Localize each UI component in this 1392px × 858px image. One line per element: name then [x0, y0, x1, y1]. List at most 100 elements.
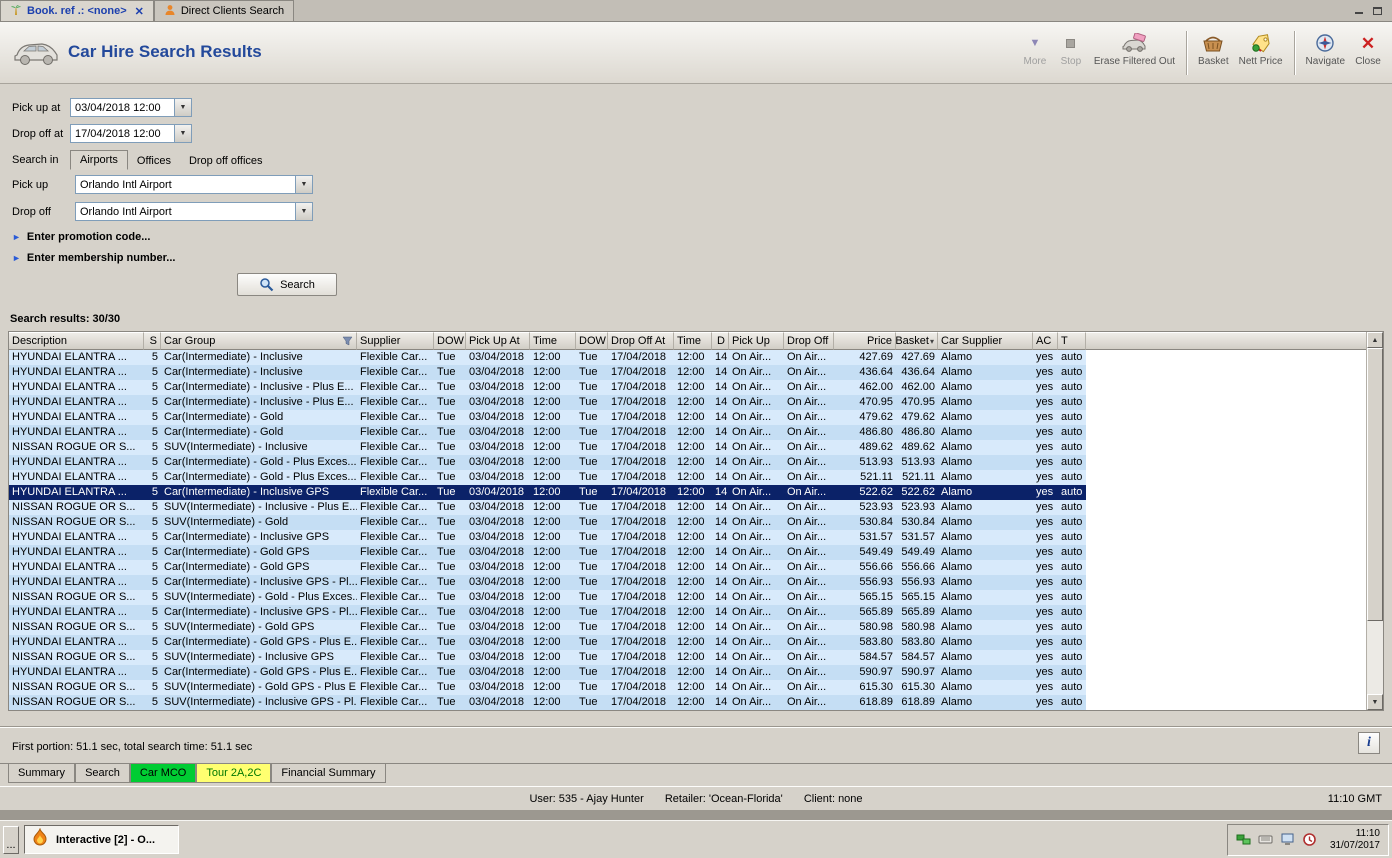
table-row[interactable]: NISSAN ROGUE OR S...5SUV(Intermediate) -…	[9, 680, 1086, 695]
table-row[interactable]: NISSAN ROGUE OR S...5SUV(Intermediate) -…	[9, 620, 1086, 635]
table-row[interactable]: NISSAN ROGUE OR S...5SUV(Intermediate) -…	[9, 650, 1086, 665]
tab-offices[interactable]: Offices	[128, 152, 180, 170]
membership-number-expander[interactable]: ► Enter membership number...	[12, 252, 175, 264]
pickup-datetime-combo[interactable]: 03/04/2018 12:00 ▼	[70, 98, 192, 117]
dropdown-arrow-icon[interactable]: ▼	[174, 99, 191, 116]
stop-button[interactable]: Stop	[1053, 28, 1089, 69]
tab-financial-summary[interactable]: Financial Summary	[271, 764, 385, 783]
column-header-car-group[interactable]: Car Group	[161, 332, 357, 350]
cell: auto	[1058, 680, 1086, 695]
more-button[interactable]: ▼ More	[1017, 28, 1053, 69]
taskbar-clock[interactable]: 11:10 31/07/2017	[1324, 828, 1380, 852]
tab-summary[interactable]: Summary	[8, 764, 75, 783]
vertical-scrollbar[interactable]: ▲ ▼	[1366, 332, 1383, 710]
table-row[interactable]: HYUNDAI ELANTRA ...5Car(Intermediate) - …	[9, 560, 1086, 575]
column-header-s[interactable]: S	[144, 332, 161, 350]
cell: Alamo	[938, 575, 1033, 590]
table-row[interactable]: NISSAN ROGUE OR S...5SUV(Intermediate) -…	[9, 440, 1086, 455]
taskbar-overflow-button[interactable]: ...	[3, 826, 19, 854]
cell: Alamo	[938, 635, 1033, 650]
column-header-pick-up-at[interactable]: Pick Up At	[466, 332, 530, 350]
maximize-icon[interactable]	[1371, 4, 1384, 15]
tab-drop-off-offices[interactable]: Drop off offices	[180, 152, 272, 170]
dropdown-arrow-icon[interactable]: ▼	[295, 203, 312, 220]
column-header-basket[interactable]: Basket▾	[896, 332, 938, 350]
column-header-car-supplier[interactable]: Car Supplier	[938, 332, 1033, 350]
promotion-code-expander[interactable]: ► Enter promotion code...	[12, 231, 150, 243]
tab-direct-clients-search[interactable]: Direct Clients Search	[154, 0, 294, 21]
column-header-supplier[interactable]: Supplier	[357, 332, 434, 350]
table-row[interactable]: HYUNDAI ELANTRA ...5Car(Intermediate) - …	[9, 365, 1086, 380]
search-button[interactable]: Search	[237, 273, 337, 296]
minimize-icon[interactable]	[1352, 4, 1365, 15]
scroll-down-icon[interactable]: ▼	[1367, 694, 1383, 710]
table-row[interactable]: HYUNDAI ELANTRA ...5Car(Intermediate) - …	[9, 545, 1086, 560]
cell: 584.57	[834, 650, 896, 665]
column-header-ac[interactable]: AC	[1033, 332, 1058, 350]
cell: 12:00	[530, 440, 576, 455]
table-row[interactable]: HYUNDAI ELANTRA ...5Car(Intermediate) - …	[9, 665, 1086, 680]
tray-network-icon[interactable]	[1236, 832, 1252, 848]
dropdown-arrow-icon[interactable]: ▼	[295, 176, 312, 193]
navigate-button[interactable]: Navigate	[1301, 28, 1350, 69]
table-row[interactable]: HYUNDAI ELANTRA ...5Car(Intermediate) - …	[9, 350, 1086, 365]
info-button[interactable]: i	[1358, 732, 1380, 754]
table-row[interactable]: HYUNDAI ELANTRA ...5Car(Intermediate) - …	[9, 485, 1086, 500]
tab-booking-ref[interactable]: Book. ref .: <none> ✕	[0, 0, 154, 21]
table-row[interactable]: HYUNDAI ELANTRA ...5Car(Intermediate) - …	[9, 425, 1086, 440]
scrollbar-thumb[interactable]	[1367, 348, 1383, 621]
tray-keyboard-icon[interactable]	[1258, 832, 1274, 848]
taskbar-app-button[interactable]: Interactive [2] - O...	[24, 825, 179, 854]
table-row[interactable]: NISSAN ROGUE OR S...5SUV(Intermediate) -…	[9, 500, 1086, 515]
car-icon	[12, 36, 60, 71]
nett-price-button[interactable]: Nett Price	[1234, 28, 1288, 69]
basket-button[interactable]: Basket	[1193, 28, 1234, 69]
tab-tour-2a-2c[interactable]: Tour 2A,2C	[196, 764, 271, 783]
cell: 03/04/2018	[466, 440, 530, 455]
column-header-dow[interactable]: DOW	[576, 332, 608, 350]
scrollbar-track[interactable]	[1367, 348, 1383, 694]
table-row[interactable]: HYUNDAI ELANTRA ...5Car(Intermediate) - …	[9, 530, 1086, 545]
column-header-pick-up[interactable]: Pick Up	[729, 332, 784, 350]
table-row[interactable]: HYUNDAI ELANTRA ...5Car(Intermediate) - …	[9, 380, 1086, 395]
column-header-time[interactable]: Time	[530, 332, 576, 350]
table-row[interactable]: HYUNDAI ELANTRA ...5Car(Intermediate) - …	[9, 470, 1086, 485]
cell: yes	[1033, 650, 1058, 665]
cell: auto	[1058, 590, 1086, 605]
column-header-description[interactable]: Description	[9, 332, 144, 350]
filter-icon[interactable]	[342, 336, 353, 346]
tab-search[interactable]: Search	[75, 764, 130, 783]
column-header-t[interactable]: T	[1058, 332, 1086, 350]
erase-filtered-out-button[interactable]: Erase Filtered Out	[1089, 28, 1180, 69]
column-header-drop-off[interactable]: Drop Off	[784, 332, 834, 350]
table-row[interactable]: HYUNDAI ELANTRA ...5Car(Intermediate) - …	[9, 575, 1086, 590]
table-row[interactable]: HYUNDAI ELANTRA ...5Car(Intermediate) - …	[9, 395, 1086, 410]
close-button[interactable]: ✕ Close	[1350, 28, 1386, 69]
tab-close-icon[interactable]: ✕	[135, 5, 144, 18]
table-row[interactable]: NISSAN ROGUE OR S...5SUV(Intermediate) -…	[9, 590, 1086, 605]
column-header-d[interactable]: D	[712, 332, 729, 350]
cell: Tue	[434, 440, 466, 455]
tab-airports[interactable]: Airports	[70, 150, 128, 170]
tray-display-icon[interactable]	[1280, 832, 1296, 848]
tray-status-icon[interactable]	[1302, 832, 1318, 848]
dropoff-datetime-combo[interactable]: 17/04/2018 12:00 ▼	[70, 124, 192, 143]
dropoff-location-combo[interactable]: Orlando Intl Airport ▼	[75, 202, 313, 221]
column-header-drop-off-at[interactable]: Drop Off At	[608, 332, 674, 350]
tab-car-mco[interactable]: Car MCO	[130, 764, 196, 783]
table-row[interactable]: HYUNDAI ELANTRA ...5Car(Intermediate) - …	[9, 605, 1086, 620]
scroll-up-icon[interactable]: ▲	[1367, 332, 1383, 348]
dropdown-arrow-icon[interactable]: ▼	[174, 125, 191, 142]
column-header-price[interactable]: Price	[834, 332, 896, 350]
table-row[interactable]: NISSAN ROGUE OR S...5SUV(Intermediate) -…	[9, 695, 1086, 710]
pickup-location-combo[interactable]: Orlando Intl Airport ▼	[75, 175, 313, 194]
cell: auto	[1058, 440, 1086, 455]
table-row[interactable]: HYUNDAI ELANTRA ...5Car(Intermediate) - …	[9, 410, 1086, 425]
cell: 427.69	[834, 350, 896, 365]
table-row[interactable]: NISSAN ROGUE OR S...5SUV(Intermediate) -…	[9, 515, 1086, 530]
cell: Tue	[434, 350, 466, 365]
column-header-time[interactable]: Time	[674, 332, 712, 350]
column-header-dow[interactable]: DOW	[434, 332, 466, 350]
table-row[interactable]: HYUNDAI ELANTRA ...5Car(Intermediate) - …	[9, 635, 1086, 650]
table-row[interactable]: HYUNDAI ELANTRA ...5Car(Intermediate) - …	[9, 455, 1086, 470]
